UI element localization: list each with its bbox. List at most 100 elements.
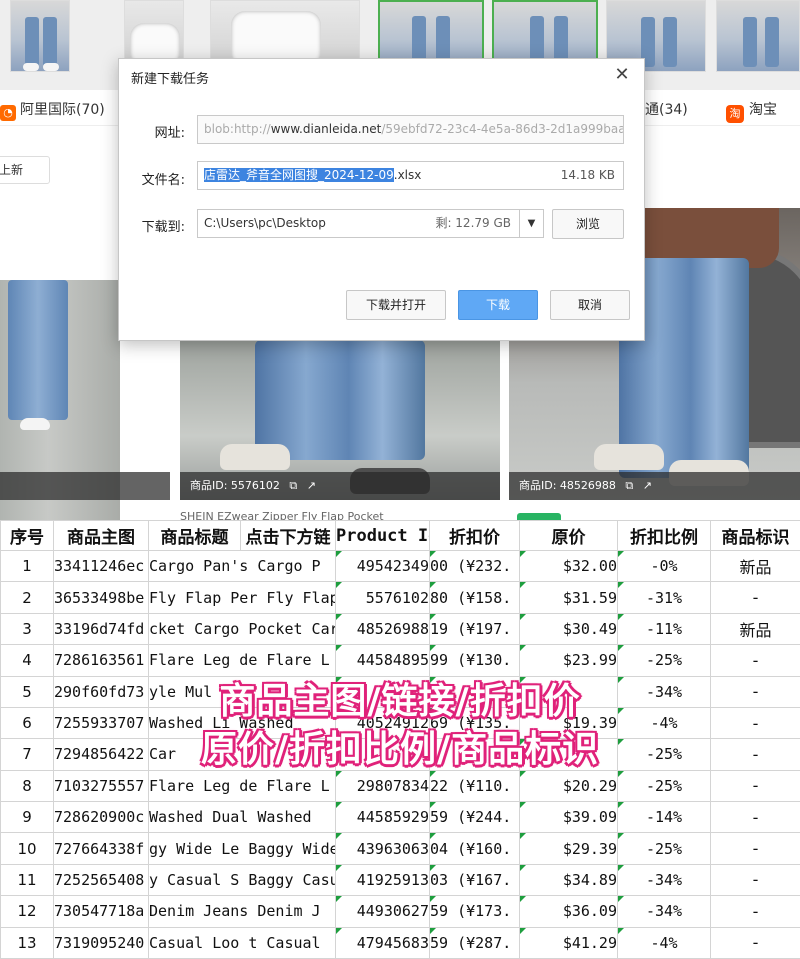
close-icon[interactable]: ✕	[612, 65, 632, 85]
table-cell[interactable]: 7252565408	[53, 863, 149, 897]
table-cell[interactable]: 48526988	[335, 612, 430, 646]
table-cell[interactable]: -	[710, 769, 800, 803]
table-cell[interactable]: -0%	[617, 549, 711, 583]
table-cell[interactable]: y Casual S Baggy Casua	[148, 863, 336, 897]
product-card[interactable]: 商品ID: 5576102 ⧉ ↗	[180, 340, 500, 500]
table-cell[interactable]: $30.49	[519, 612, 618, 646]
table-cell[interactable]: -31%	[617, 581, 711, 614]
col-header[interactable]: 商品标题	[148, 520, 241, 551]
copy-icon[interactable]: ⧉	[289, 472, 297, 500]
table-cell[interactable]: 47945683	[335, 926, 430, 959]
table-cell[interactable]: 3	[0, 612, 54, 646]
table-cell[interactable]: -4%	[617, 926, 711, 959]
table-cell[interactable]: $39.09	[519, 800, 618, 834]
table-cell[interactable]: -	[710, 926, 800, 959]
table-cell[interactable]: 新品	[710, 549, 800, 583]
table-cell[interactable]: -	[710, 581, 800, 614]
table-cell[interactable]: 44930627	[335, 895, 430, 928]
table-cell[interactable]: -	[710, 895, 800, 928]
table-cell[interactable]: 36533498be	[53, 581, 149, 614]
table-cell[interactable]: -	[710, 863, 800, 897]
tab-taobao[interactable]: 淘淘宝	[726, 99, 777, 123]
table-cell[interactable]: $36.09	[519, 895, 618, 928]
thumbnail[interactable]	[716, 0, 800, 72]
table-cell[interactable]: -11%	[617, 612, 711, 646]
table-cell[interactable]: Washed Dual Washed	[148, 800, 336, 834]
table-cell[interactable]: 5576102	[335, 581, 430, 614]
col-header[interactable]: 序号	[0, 520, 54, 551]
download-and-open-button[interactable]: 下载并打开	[346, 290, 446, 320]
table-cell[interactable]: Cargo Pan's Cargo P	[148, 549, 336, 583]
col-header[interactable]: 原价	[519, 520, 618, 551]
cancel-button[interactable]: 取消	[550, 290, 630, 320]
external-link-icon[interactable]: ↗	[643, 472, 652, 500]
table-cell[interactable]: 59 (¥173.	[429, 895, 520, 928]
browse-button[interactable]: 浏览	[552, 209, 624, 239]
filename-field[interactable]: 店雷达_斧音全网图搜_2024-12-09.xlsx 14.18 KB	[197, 161, 624, 190]
table-cell[interactable]: 44585929	[335, 800, 430, 834]
table-cell[interactable]: -25%	[617, 832, 711, 865]
table-cell[interactable]: 49542349	[335, 549, 430, 583]
table-cell[interactable]: 8	[0, 769, 54, 803]
table-cell[interactable]: 新品	[710, 612, 800, 646]
tab-alibaba[interactable]: ◔ 阿里国际(70)	[0, 99, 105, 121]
table-cell[interactable]: -	[710, 800, 800, 834]
table-cell[interactable]: 33411246ec	[53, 549, 149, 583]
table-cell[interactable]: Flare Leg de Flare L	[148, 769, 336, 803]
table-cell[interactable]: 59 (¥244.	[429, 800, 520, 834]
table-cell[interactable]: -14%	[617, 800, 711, 834]
table-cell[interactable]: Denim Jeans Denim J	[148, 895, 336, 928]
col-header[interactable]: 商品主图	[53, 520, 149, 551]
table-cell[interactable]: 728620900c	[53, 800, 149, 834]
filter-new-button[interactable]: 上新	[0, 156, 50, 184]
table-cell[interactable]: 2	[0, 581, 54, 614]
table-cell[interactable]: $20.29	[519, 769, 618, 803]
table-cell[interactable]: $34.89	[519, 863, 618, 897]
table-cell[interactable]: 33196d74fd	[53, 612, 149, 646]
table-cell[interactable]: 04 (¥160.	[429, 832, 520, 865]
table-cell[interactable]: 13	[0, 926, 54, 959]
table-cell[interactable]: 727664338f	[53, 832, 149, 865]
table-cell[interactable]: 59 (¥287.	[429, 926, 520, 959]
col-header[interactable]: 折扣价	[429, 520, 520, 551]
table-cell[interactable]: 19 (¥197.	[429, 612, 520, 646]
col-header[interactable]: 点击下方链	[240, 520, 336, 551]
save-path-field[interactable]: C:\Users\pc\Desktop 剩: 12.79 GB	[197, 209, 520, 238]
table-cell[interactable]: 43963063	[335, 832, 430, 865]
table-cell[interactable]: 41925913	[335, 863, 430, 897]
path-dropdown-button[interactable]: ▼	[520, 209, 544, 238]
external-link-icon[interactable]: ↗	[307, 472, 316, 500]
table-cell[interactable]: $31.59	[519, 581, 618, 614]
tab-other-source[interactable]: 通(34)	[645, 99, 688, 119]
table-cell[interactable]: 00 (¥232.	[429, 549, 520, 583]
table-cell[interactable]: 7319095240	[53, 926, 149, 959]
table-cell[interactable]: 730547718a	[53, 895, 149, 928]
table-cell[interactable]: Casual Loo t Casual	[148, 926, 336, 959]
copy-icon[interactable]: ⧉	[625, 472, 633, 500]
col-header[interactable]: 商品标识	[710, 520, 800, 551]
table-cell[interactable]: 11	[0, 863, 54, 897]
url-field[interactable]: blob:http://www.dianleida.net/59ebfd72-2…	[197, 115, 624, 144]
table-cell[interactable]: 12	[0, 895, 54, 928]
table-cell[interactable]: -	[710, 832, 800, 865]
table-cell[interactable]: cket Cargo Pocket Car	[148, 612, 336, 646]
table-cell[interactable]: 1	[0, 549, 54, 583]
col-header[interactable]: 折扣比例	[617, 520, 711, 551]
table-cell[interactable]: 9	[0, 800, 54, 834]
table-cell[interactable]: 7103275557	[53, 769, 149, 803]
table-cell[interactable]: $32.00	[519, 549, 618, 583]
table-cell[interactable]: 22 (¥110.	[429, 769, 520, 803]
table-cell[interactable]: 80 (¥158.	[429, 581, 520, 614]
table-cell[interactable]: gy Wide Le Baggy Wide	[148, 832, 336, 865]
table-cell[interactable]: -34%	[617, 863, 711, 897]
table-cell[interactable]: Fly Flap Per Fly Flap	[148, 581, 336, 614]
col-header[interactable]: Product Id	[335, 520, 430, 551]
table-cell[interactable]: 03 (¥167.	[429, 863, 520, 897]
download-button[interactable]: 下载	[458, 290, 538, 320]
table-cell[interactable]: $29.39	[519, 832, 618, 865]
table-cell[interactable]: -34%	[617, 895, 711, 928]
table-cell[interactable]: 29807834	[335, 769, 430, 803]
table-cell[interactable]: $41.29	[519, 926, 618, 959]
table-cell[interactable]: -25%	[617, 769, 711, 803]
table-cell[interactable]: 10	[0, 832, 54, 865]
